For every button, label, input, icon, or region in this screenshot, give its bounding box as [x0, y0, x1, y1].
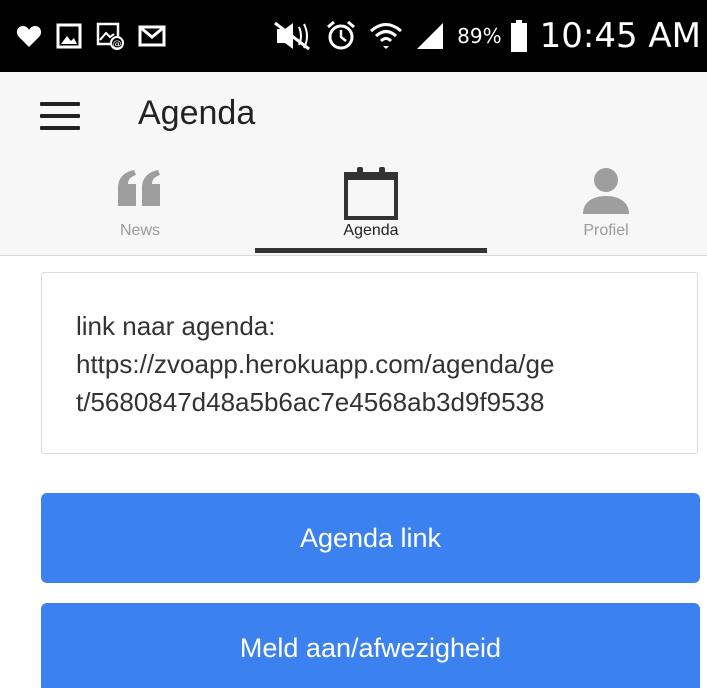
battery-icon	[510, 20, 528, 52]
quote-icon	[116, 166, 164, 218]
tab-agenda-label: Agenda	[343, 222, 399, 239]
person-icon	[581, 166, 631, 220]
app-bar: Agenda	[0, 72, 707, 160]
meld-aan-afwezigheid-button[interactable]: Meld aan/afwezigheid	[41, 603, 700, 688]
card-line: link naar agenda:	[76, 311, 276, 341]
page-title: Agenda	[138, 94, 256, 132]
screenshot-icon: @	[96, 22, 124, 50]
tab-profiel-label: Profiel	[583, 222, 629, 239]
card-line: t/5680847d48a5b6ac7e4568ab3d9f9538	[76, 387, 545, 417]
calendar-icon	[343, 166, 399, 224]
tab-agenda[interactable]: Agenda	[255, 160, 487, 255]
agenda-link-text: link naar agenda: https://zvoapp.herokua…	[76, 307, 676, 421]
status-bar: @ 89% 10:45 AM	[0, 0, 707, 72]
mute-icon	[273, 21, 313, 51]
tab-news-label: News	[119, 222, 160, 239]
svg-text:@: @	[113, 40, 122, 50]
clock: 10:45 AM	[539, 16, 701, 56]
battery-percentage: 89%	[457, 24, 502, 48]
hamburger-menu-icon[interactable]	[38, 94, 82, 138]
tab-profiel[interactable]: Profiel	[488, 160, 707, 255]
agenda-link-card: link naar agenda: https://zvoapp.herokua…	[41, 272, 698, 454]
active-tab-indicator	[255, 248, 487, 253]
heart-icon	[16, 24, 42, 48]
wifi-icon	[369, 21, 403, 51]
app-screen: @ 89% 10:45 AM Agenda News Agenda Profie…	[0, 0, 707, 688]
gmail-icon	[138, 24, 166, 48]
agenda-link-button[interactable]: Agenda link	[41, 493, 700, 583]
tab-bar: News Agenda Profiel	[0, 160, 707, 256]
signal-icon	[415, 21, 445, 51]
alarm-icon	[325, 20, 357, 52]
gallery-icon	[56, 23, 82, 49]
status-bar-notifications: @	[16, 20, 166, 52]
card-line: https://zvoapp.herokuapp.com/agenda/ge	[76, 349, 555, 379]
tab-news[interactable]: News	[22, 160, 258, 255]
status-bar-system: 89% 10:45 AM	[273, 12, 701, 60]
